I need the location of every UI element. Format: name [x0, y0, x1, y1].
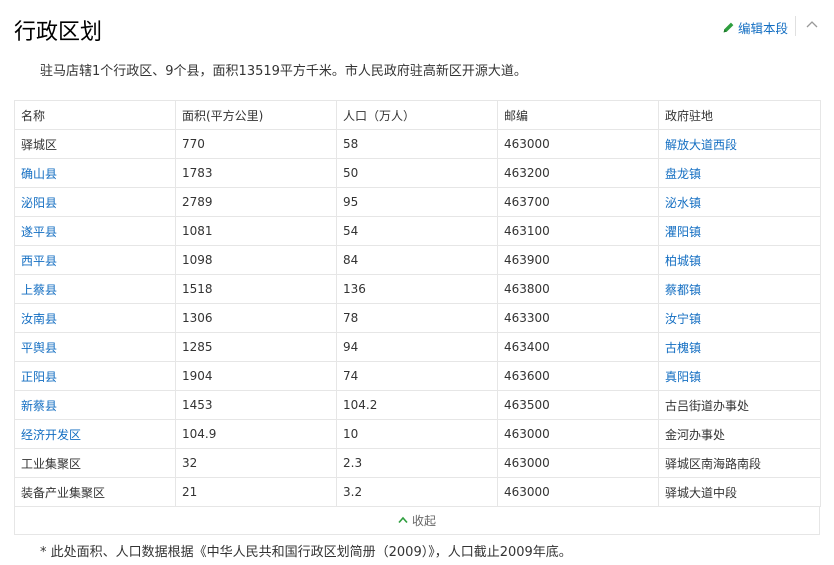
table-row: 汝南县 1306 78 463300 汝宁镇 — [14, 303, 821, 333]
collapse-label: 收起 — [411, 513, 436, 528]
footnote: * 此处面积、人口数据根据《中华人民共和国行政区划简册（2009）》，人口截止2… — [40, 545, 572, 560]
cell-name[interactable]: 西平县 — [14, 245, 176, 275]
cell-name[interactable]: 遂平县 — [14, 216, 176, 246]
cell-zipcode: 463200 — [497, 158, 659, 188]
table-row: 平舆县 1285 94 463400 古槐镇 — [14, 332, 821, 362]
table-row: 工业集聚区 32 2.3 463000 驿城区南海路南段 — [14, 448, 821, 478]
cell-zipcode: 463000 — [497, 477, 659, 507]
cell-name: 装备产业集聚区 — [14, 477, 176, 507]
cell-name[interactable]: 正阳县 — [14, 361, 176, 391]
cell-population: 95 — [336, 187, 498, 217]
intro-text: 驻马店辖1个行政区、9个县，面积13519平方千米。市人民政府驻高新区开源大道。 — [40, 64, 527, 79]
cell-name[interactable]: 新蔡县 — [14, 390, 176, 420]
chevron-up-icon — [398, 516, 408, 524]
cell-zipcode: 463700 — [497, 187, 659, 217]
cell-population: 54 — [336, 216, 498, 246]
edit-section-label: 编辑本段 — [738, 21, 789, 36]
cell-population: 74 — [336, 361, 498, 391]
cell-area: 32 — [175, 448, 337, 478]
cell-area: 1518 — [175, 274, 337, 304]
section-title: 行政区划 — [14, 20, 103, 45]
cell-zipcode: 463000 — [497, 419, 659, 449]
cell-name[interactable]: 汝南县 — [14, 303, 176, 333]
cell-area: 21 — [175, 477, 337, 507]
cell-name[interactable]: 经济开发区 — [14, 419, 176, 449]
cell-population: 3.2 — [336, 477, 498, 507]
cell-seat[interactable]: 盘龙镇 — [658, 158, 821, 188]
cell-name: 工业集聚区 — [14, 448, 176, 478]
cell-seat[interactable]: 柏城镇 — [658, 245, 821, 275]
cell-area: 1081 — [175, 216, 337, 246]
table-header-row: 名称 面积(平方公里) 人口（万人） 邮编 政府驻地 — [14, 100, 821, 130]
cell-zipcode: 463400 — [497, 332, 659, 362]
cell-seat[interactable]: 真阳镇 — [658, 361, 821, 391]
cell-area: 1098 — [175, 245, 337, 275]
cell-area: 1285 — [175, 332, 337, 362]
cell-zipcode: 463900 — [497, 245, 659, 275]
table-row: 新蔡县 1453 104.2 463500 古吕街道办事处 — [14, 390, 821, 420]
cell-population: 2.3 — [336, 448, 498, 478]
header-seat: 政府驻地 — [658, 100, 821, 130]
cell-population: 50 — [336, 158, 498, 188]
cell-seat: 古吕街道办事处 — [658, 390, 821, 420]
cell-population: 136 — [336, 274, 498, 304]
table-row: 上蔡县 1518 136 463800 蔡都镇 — [14, 274, 821, 304]
cell-area: 104.9 — [175, 419, 337, 449]
cell-population: 104.2 — [336, 390, 498, 420]
cell-area: 1783 — [175, 158, 337, 188]
cell-zipcode: 463000 — [497, 448, 659, 478]
header-population: 人口（万人） — [336, 100, 498, 130]
cell-zipcode: 463600 — [497, 361, 659, 391]
cell-name[interactable]: 平舆县 — [14, 332, 176, 362]
cell-seat: 金河办事处 — [658, 419, 821, 449]
cell-seat[interactable]: 泌水镇 — [658, 187, 821, 217]
cell-seat: 驿城大道中段 — [658, 477, 821, 507]
cell-area: 2789 — [175, 187, 337, 217]
cell-name: 驿城区 — [14, 129, 176, 159]
toolbar-divider — [795, 16, 796, 36]
cell-area: 1306 — [175, 303, 337, 333]
cell-seat[interactable]: 汝宁镇 — [658, 303, 821, 333]
cell-seat[interactable]: 解放大道西段 — [658, 129, 821, 159]
cell-zipcode: 463000 — [497, 129, 659, 159]
table-row: 驿城区 770 58 463000 解放大道西段 — [14, 129, 821, 159]
cell-zipcode: 463800 — [497, 274, 659, 304]
cell-population: 58 — [336, 129, 498, 159]
table-row: 西平县 1098 84 463900 柏城镇 — [14, 245, 821, 275]
cell-population: 84 — [336, 245, 498, 275]
cell-seat: 驿城区南海路南段 — [658, 448, 821, 478]
cell-name[interactable]: 上蔡县 — [14, 274, 176, 304]
cell-area: 1453 — [175, 390, 337, 420]
cell-seat[interactable]: 灈阳镇 — [658, 216, 821, 246]
header-zipcode: 邮编 — [497, 100, 659, 130]
cell-zipcode: 463500 — [497, 390, 659, 420]
cell-population: 94 — [336, 332, 498, 362]
cell-zipcode: 463100 — [497, 216, 659, 246]
table-row: 确山县 1783 50 463200 盘龙镇 — [14, 158, 821, 188]
pencil-icon — [723, 22, 734, 33]
cell-population: 10 — [336, 419, 498, 449]
cell-area: 770 — [175, 129, 337, 159]
cell-seat[interactable]: 蔡都镇 — [658, 274, 821, 304]
table-row: 经济开发区 104.9 10 463000 金河办事处 — [14, 419, 821, 449]
cell-name[interactable]: 泌阳县 — [14, 187, 176, 217]
table-row: 泌阳县 2789 95 463700 泌水镇 — [14, 187, 821, 217]
collapse-table-button[interactable]: 收起 — [14, 506, 820, 535]
cell-seat[interactable]: 古槐镇 — [658, 332, 821, 362]
header-name: 名称 — [14, 100, 176, 130]
edit-section-button[interactable]: 编辑本段 — [722, 18, 788, 37]
table-row: 装备产业集聚区 21 3.2 463000 驿城大道中段 — [14, 477, 821, 507]
cell-name[interactable]: 确山县 — [14, 158, 176, 188]
header-area: 面积(平方公里) — [175, 100, 337, 130]
cell-population: 78 — [336, 303, 498, 333]
cell-zipcode: 463300 — [497, 303, 659, 333]
table-row: 正阳县 1904 74 463600 真阳镇 — [14, 361, 821, 391]
division-table: 名称 面积(平方公里) 人口（万人） 邮编 政府驻地 驿城区 770 58 46300… — [14, 100, 821, 507]
cell-area: 1904 — [175, 361, 337, 391]
table-row: 遂平县 1081 54 463100 灈阳镇 — [14, 216, 821, 246]
chevron-up-icon[interactable] — [803, 16, 821, 34]
